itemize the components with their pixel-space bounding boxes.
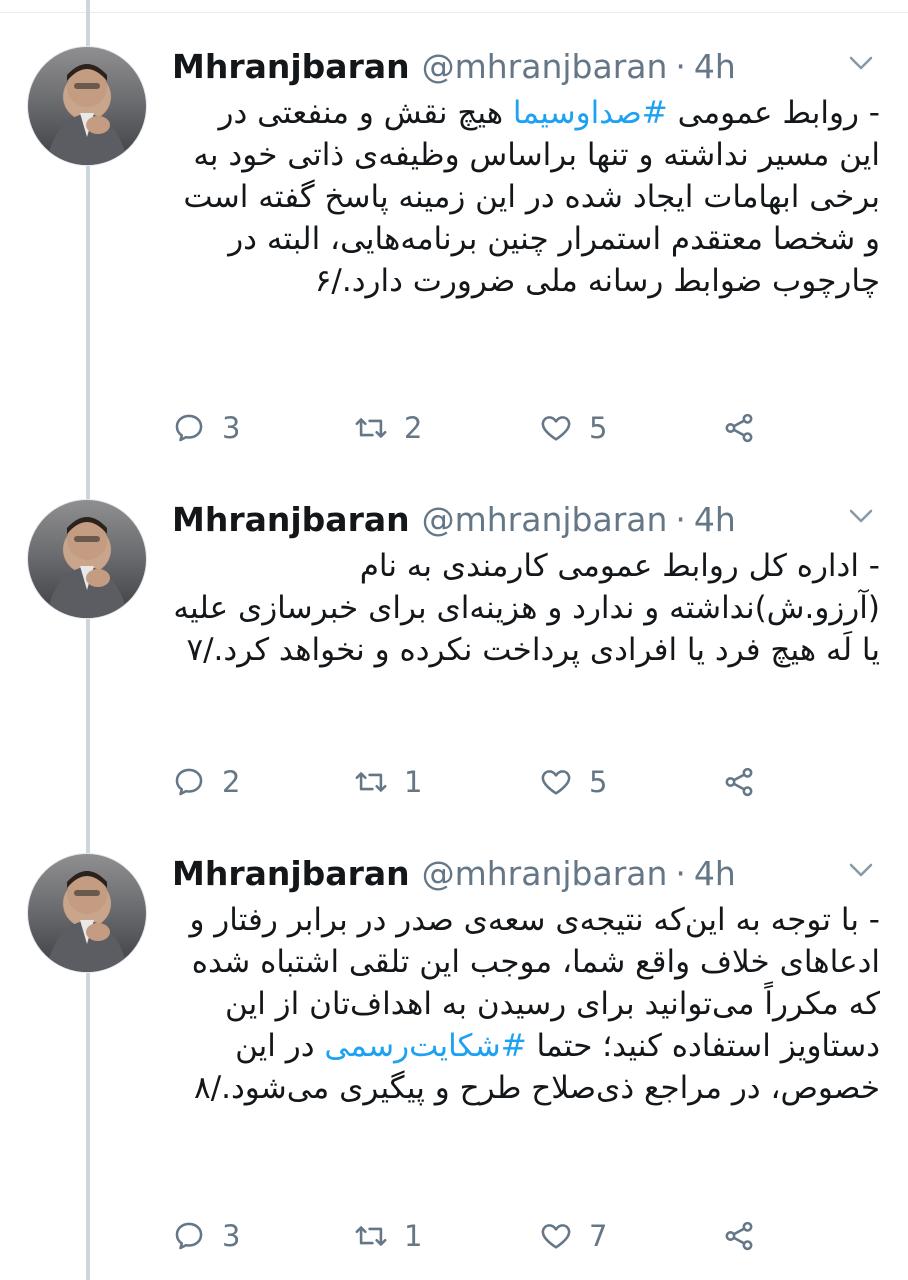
- display-name[interactable]: Mhranjbaran: [172, 854, 410, 893]
- heart-icon: [541, 1224, 571, 1249]
- retweet-count: 1: [404, 765, 423, 799]
- user-handle[interactable]: @mhranjbaran: [422, 47, 668, 86]
- like-button[interactable]: 5: [539, 762, 607, 802]
- top-divider: [0, 12, 908, 13]
- share-button[interactable]: [722, 408, 772, 448]
- tweet-header: Mhranjbaran @mhranjbaran · 4h: [172, 44, 736, 88]
- separator-dot: ·: [675, 499, 686, 539]
- tweet-actions: 2 1 5: [172, 762, 812, 802]
- reply-button[interactable]: 3: [172, 1216, 240, 1256]
- share-button[interactable]: [722, 1216, 772, 1256]
- chevron-down-icon[interactable]: [846, 48, 876, 78]
- timestamp[interactable]: 4h: [694, 500, 736, 539]
- tweet-text: - با توجه به این‌که نتیجه‌ی سعه‌ی صدر در…: [172, 899, 880, 1109]
- timestamp[interactable]: 4h: [694, 854, 736, 893]
- retweet-button[interactable]: 1: [354, 762, 422, 802]
- share-icon: [725, 1221, 753, 1251]
- retweet-icon: [355, 772, 387, 792]
- retweet-icon: [355, 418, 387, 438]
- retweet-count: 1: [404, 1219, 423, 1253]
- hashtag-link[interactable]: #صداوسیما: [513, 95, 668, 131]
- retweet-button[interactable]: 2: [354, 408, 422, 448]
- display-name[interactable]: Mhranjbaran: [172, 500, 410, 539]
- tweet-text: - روابط عمومی #صداوسیما هیچ نقش و منفعتی…: [172, 92, 880, 302]
- reply-button[interactable]: 3: [172, 408, 240, 448]
- like-button[interactable]: 5: [539, 408, 607, 448]
- thread-connector-line: [86, 0, 90, 1280]
- display-name[interactable]: Mhranjbaran: [172, 47, 410, 86]
- user-handle[interactable]: @mhranjbaran: [422, 854, 668, 893]
- like-button[interactable]: 7: [539, 1216, 607, 1256]
- tweet-actions: 3 1 7: [172, 1216, 812, 1256]
- reply-count: 3: [222, 411, 241, 445]
- avatar[interactable]: [27, 499, 147, 619]
- reply-count: 2: [222, 765, 241, 799]
- tweet-header: Mhranjbaran @mhranjbaran · 4h: [172, 851, 736, 895]
- share-icon: [725, 413, 753, 443]
- heart-icon: [541, 416, 571, 441]
- tweet-text-prefix: - روابط عمومی: [667, 95, 880, 131]
- retweet-count: 2: [404, 411, 423, 445]
- like-count: 5: [589, 765, 608, 799]
- separator-dot: ·: [675, 853, 686, 893]
- separator-dot: ·: [675, 46, 686, 86]
- retweet-button[interactable]: 1: [354, 1216, 422, 1256]
- share-button[interactable]: [722, 762, 772, 802]
- heart-icon: [541, 770, 571, 795]
- avatar[interactable]: [27, 853, 147, 973]
- tweet-actions: 3 2 5: [172, 408, 812, 448]
- reply-icon: [175, 1222, 203, 1250]
- avatar[interactable]: [27, 46, 147, 166]
- share-icon: [725, 767, 753, 797]
- retweet-icon: [355, 1226, 387, 1246]
- reply-icon: [175, 414, 203, 442]
- chevron-down-icon[interactable]: [846, 501, 876, 531]
- like-count: 7: [589, 1219, 608, 1253]
- reply-icon: [175, 768, 203, 796]
- user-handle[interactable]: @mhranjbaran: [422, 500, 668, 539]
- like-count: 5: [589, 411, 608, 445]
- tweet-text-prefix: - اداره کل روابط عمومی کارمندی به نام (آ…: [173, 548, 880, 668]
- reply-button[interactable]: 2: [172, 762, 240, 802]
- hashtag-link[interactable]: #شکایت‌رسمی: [324, 1028, 526, 1064]
- reply-count: 3: [222, 1219, 241, 1253]
- tweet-text: - اداره کل روابط عمومی کارمندی به نام (آ…: [172, 545, 880, 671]
- chevron-down-icon[interactable]: [846, 855, 876, 885]
- tweet-header: Mhranjbaran @mhranjbaran · 4h: [172, 497, 736, 541]
- timestamp[interactable]: 4h: [694, 47, 736, 86]
